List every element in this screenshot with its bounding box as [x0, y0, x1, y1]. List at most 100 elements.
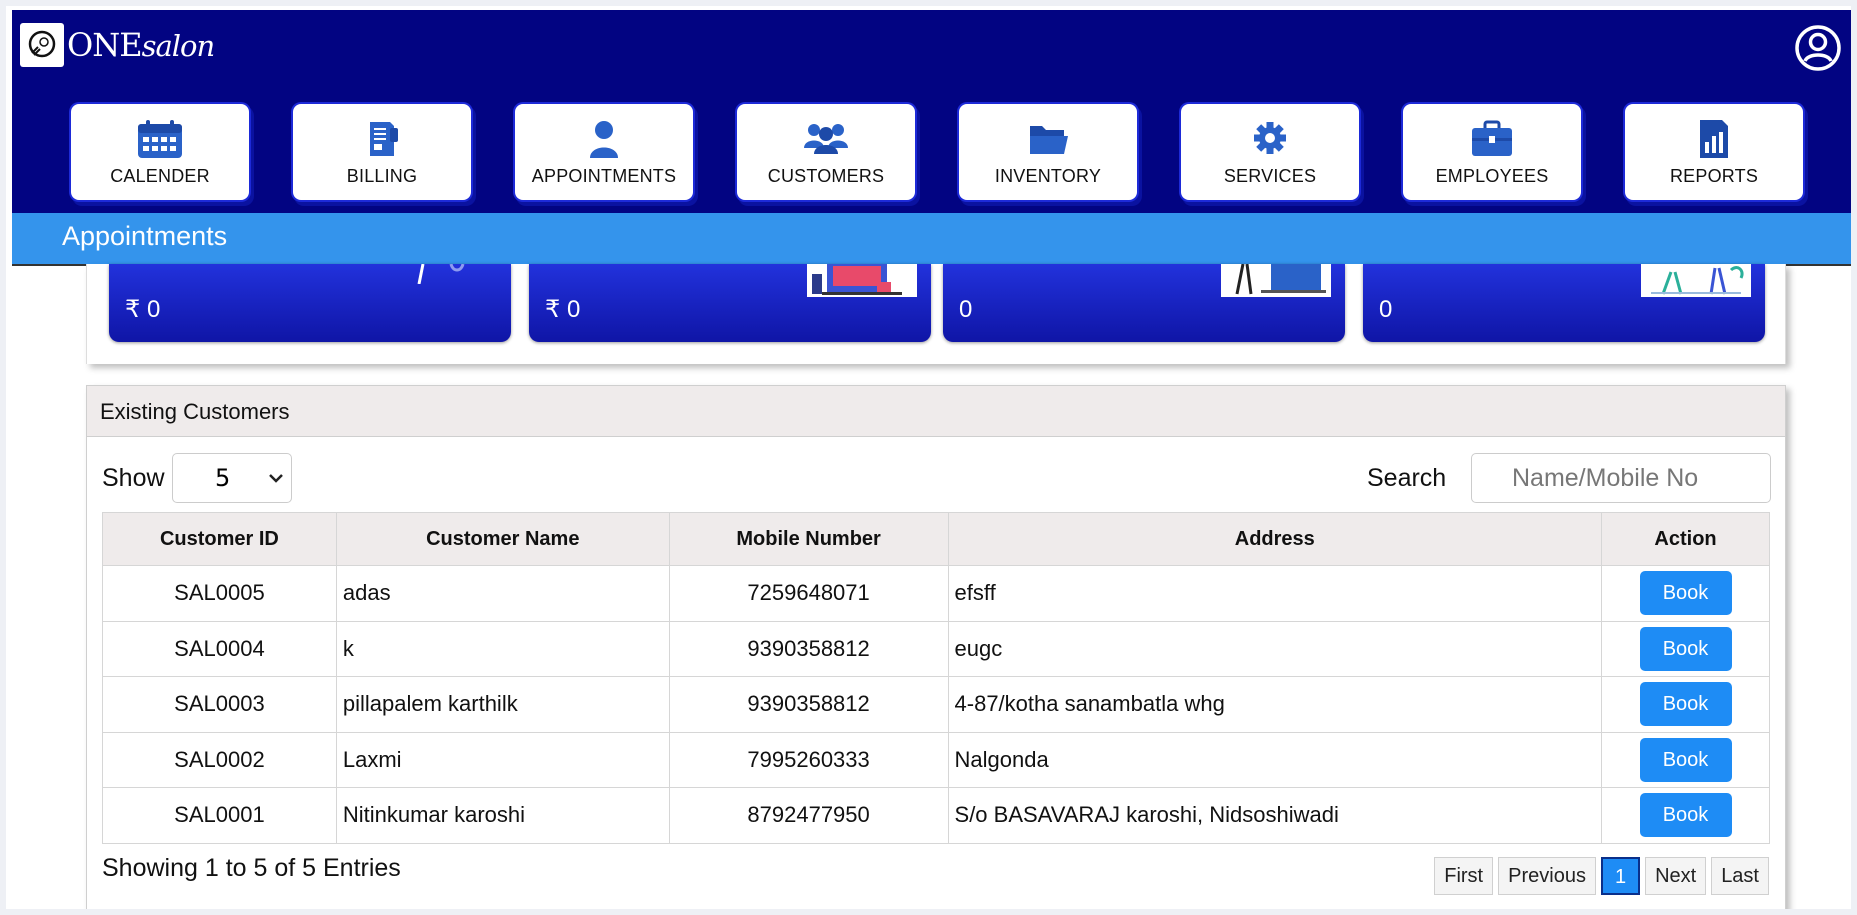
pagination-page-button[interactable]: 1 — [1600, 857, 1641, 895]
briefcase-icon — [1472, 120, 1512, 156]
nav-employees-label: EMPLOYEES — [1435, 165, 1549, 186]
nav-billing-label: BILLING — [346, 165, 418, 186]
panel-heading: Existing Customers — [87, 386, 1785, 437]
chevron-down-icon — [269, 474, 283, 483]
stat-illustration-image — [807, 264, 917, 297]
entries-summary: Showing 1 to 5 of 5 Entries — [102, 854, 401, 882]
page-title: Appointments — [62, 221, 228, 251]
mobile-cell: 9390358812 — [668, 676, 949, 733]
customer-name-cell: Nitinkumar karoshi — [335, 787, 670, 844]
nav-employees[interactable]: EMPLOYEES — [1403, 104, 1581, 200]
customers-table: Customer ID Customer Name Mobile Number … — [102, 512, 1770, 844]
action-cell: Book — [1601, 787, 1770, 844]
pagination-previous-button[interactable]: Previous — [1498, 857, 1596, 895]
nav-inventory[interactable]: INVENTORY — [959, 104, 1137, 200]
pagination-next-button[interactable]: Next — [1645, 857, 1707, 895]
stat-card-4: 0 — [1363, 264, 1765, 342]
stats-panel: ₹ 0 ₹ 0 0 0 — [86, 264, 1786, 364]
customer-name-cell: Laxmi — [335, 731, 670, 788]
calendar-icon — [138, 119, 182, 158]
stat-card-3: 0 — [943, 264, 1345, 342]
nav-appointments-label: APPOINTMENTS — [531, 165, 677, 186]
table-row: SAL0001 Nitinkumar karoshi 8792477950 S/… — [102, 787, 1770, 844]
stat-value: 0 — [1379, 296, 1393, 323]
stat-card-2: ₹ 0 — [529, 264, 931, 342]
page-title-bar: Appointments — [12, 213, 1851, 266]
pagination-last-button[interactable]: Last — [1711, 857, 1769, 895]
stat-card-1: ₹ 0 — [109, 264, 511, 342]
main-nav: CALENDER BILLING APPOINTMENTS CUSTOMERS … — [12, 100, 1851, 200]
billing-icon — [370, 121, 398, 156]
pagination-first-button[interactable]: First — [1434, 857, 1494, 895]
column-header[interactable]: Customer ID — [102, 512, 337, 566]
nav-calender[interactable]: CALENDER — [71, 104, 249, 200]
folder-icon — [1030, 125, 1068, 154]
nav-calender-label: CALENDER — [110, 165, 210, 186]
stat-decoration-icon — [417, 264, 465, 284]
stat-illustration-image — [1221, 264, 1331, 297]
column-header[interactable]: Customer Name — [335, 512, 670, 566]
nav-appointments[interactable]: APPOINTMENTS — [515, 104, 693, 200]
column-header: Action — [1601, 512, 1770, 566]
mobile-cell: 7259648071 — [668, 565, 949, 622]
search-input[interactable] — [1471, 453, 1771, 503]
action-cell: Book — [1601, 731, 1770, 788]
book-button[interactable]: Book — [1639, 626, 1732, 671]
page-size-value: 5 — [215, 464, 231, 492]
mobile-cell: 9390358812 — [668, 620, 949, 677]
logo-text: ONEsalon — [67, 26, 215, 64]
stat-value: ₹ 0 — [125, 296, 161, 323]
nav-reports[interactable]: REPORTS — [1625, 104, 1803, 200]
book-button[interactable]: Book — [1639, 737, 1732, 782]
table-row: SAL0003 pillapalem karthilk 9390358812 4… — [102, 676, 1770, 733]
stat-value: ₹ 0 — [545, 296, 581, 323]
report-icon — [1700, 119, 1728, 158]
nav-billing[interactable]: BILLING — [293, 104, 471, 200]
mobile-cell: 8792477950 — [668, 787, 949, 844]
nav-services[interactable]: SERVICES — [1181, 104, 1359, 200]
customers-icon — [804, 123, 848, 154]
customer-name-cell: adas — [335, 565, 670, 622]
browser-viewport: ONEsalon CALENDER BILLING APPOINTMENTS C… — [0, 0, 1857, 915]
customer-name-cell: k — [335, 620, 670, 677]
gear-icon — [1254, 121, 1286, 154]
logo-mark — [20, 23, 64, 67]
table-row: SAL0004 k 9390358812 eugc Book — [102, 620, 1770, 677]
book-button[interactable]: Book — [1639, 571, 1732, 616]
stat-value: 0 — [959, 296, 973, 323]
action-cell: Book — [1601, 620, 1770, 677]
customer-id-cell: SAL0004 — [102, 620, 337, 677]
customer-name-cell: pillapalem karthilk — [335, 676, 670, 733]
user-profile-icon[interactable] — [1794, 24, 1842, 72]
address-cell: 4-87/kotha sanambatla whg — [947, 676, 1603, 733]
customer-id-cell: SAL0002 — [102, 731, 337, 788]
nav-services-label: SERVICES — [1223, 165, 1317, 186]
page-size-select[interactable]: 5 — [172, 453, 292, 503]
customer-id-cell: SAL0005 — [102, 565, 337, 622]
table-header-row: Customer ID Customer Name Mobile Number … — [102, 512, 1770, 566]
stat-illustration-image — [1641, 264, 1751, 297]
book-button[interactable]: Book — [1639, 793, 1732, 838]
nav-customers[interactable]: CUSTOMERS — [737, 104, 915, 200]
address-cell: Nalgonda — [947, 731, 1603, 788]
book-button[interactable]: Book — [1639, 682, 1732, 727]
nav-inventory-label: INVENTORY — [994, 165, 1102, 186]
nav-reports-label: REPORTS — [1669, 165, 1759, 186]
table-row: SAL0002 Laxmi 7995260333 Nalgonda Book — [102, 731, 1770, 788]
action-cell: Book — [1601, 565, 1770, 622]
customer-id-cell: SAL0003 — [102, 676, 337, 733]
pagination: First Previous 1 Next Last — [1429, 857, 1769, 895]
person-icon — [590, 120, 618, 158]
column-header[interactable]: Address — [947, 512, 1603, 566]
action-cell: Book — [1601, 676, 1770, 733]
table-row: SAL0005 adas 7259648071 efsff Book — [102, 565, 1770, 622]
address-cell: S/o BASAVARAJ karoshi, Nidsoshiwadi — [947, 787, 1603, 844]
show-label: Show — [102, 464, 165, 492]
address-cell: eugc — [947, 620, 1603, 677]
existing-customers-panel: Existing Customers Show 5 Search Custome… — [86, 385, 1786, 909]
address-cell: efsff — [947, 565, 1603, 622]
app-logo[interactable]: ONEsalon — [20, 23, 215, 67]
top-header: ONEsalon CALENDER BILLING APPOINTMENTS C… — [12, 10, 1851, 213]
column-header[interactable]: Mobile Number — [668, 512, 949, 566]
search-label: Search — [1367, 464, 1447, 492]
